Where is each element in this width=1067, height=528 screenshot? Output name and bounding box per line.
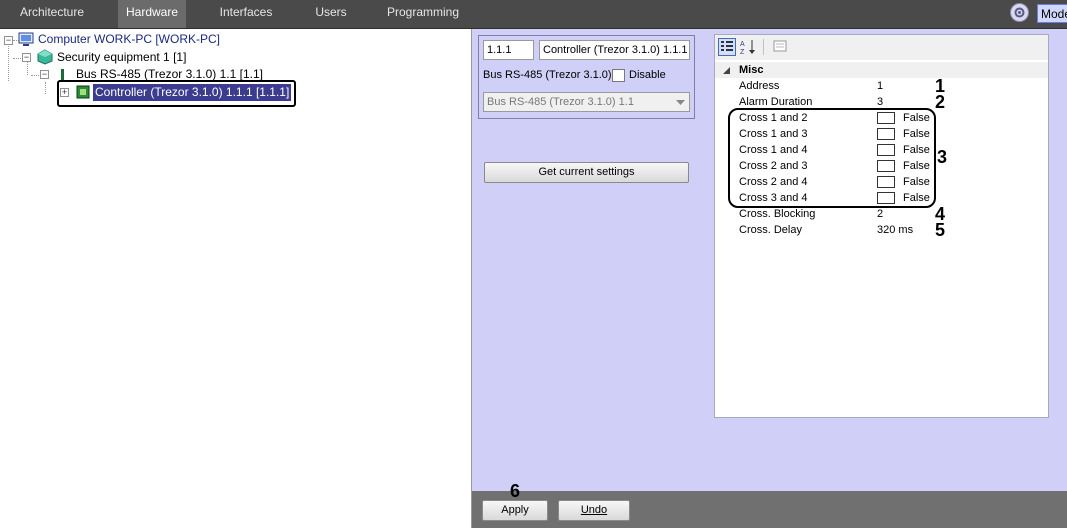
tab-interfaces[interactable]: Interfaces <box>210 0 282 28</box>
callout-5: 5 <box>935 220 946 240</box>
chevron-down-icon <box>676 100 685 105</box>
tab-users[interactable]: Users <box>307 0 355 28</box>
callout-3: 3 <box>937 147 948 167</box>
tab-hardware[interactable]: Hardware <box>118 0 186 28</box>
highlight-frame-cross-options <box>728 108 936 208</box>
property-value: 1 <box>877 80 884 92</box>
hardware-tree: − Computer WORK-PC [WORK-PC] − Security … <box>0 29 471 528</box>
expand-toggle-security[interactable]: − <box>22 53 31 62</box>
computer-icon <box>18 32 34 46</box>
bus-select[interactable]: Bus RS-485 (Trezor 3.1.0) 1.1 <box>483 92 690 112</box>
collapse-triangle-icon <box>723 67 730 74</box>
property-row-cross-delay[interactable]: Cross. Delay 320 ms <box>715 222 1048 238</box>
property-row-address[interactable]: Address 1 <box>715 78 1048 94</box>
mode-button[interactable]: Mode <box>1037 4 1067 23</box>
get-current-settings-button[interactable]: Get current settings <box>484 162 689 183</box>
expand-toggle-computer[interactable]: − <box>4 36 13 45</box>
disable-checkbox[interactable] <box>612 69 625 82</box>
object-name-field[interactable]: Controller (Trezor 3.1.0) 1.1.1 <box>539 40 690 60</box>
highlight-frame-controller <box>57 80 296 107</box>
tree-item-bus[interactable]: Bus RS-485 (Trezor 3.1.0) 1.1 [1.1] <box>76 67 263 81</box>
callout-2: 2 <box>935 92 946 112</box>
property-value: 320 ms <box>877 224 914 236</box>
tree-item-security-equipment[interactable]: Security equipment 1 [1] <box>57 50 186 64</box>
property-name: Cross. Delay <box>739 224 802 236</box>
parent-bus-label: Bus RS-485 (Trezor 3.1.0) <box>483 69 612 81</box>
main-tab-bar: Architecture Hardware Interfaces Users P… <box>0 0 1067 29</box>
svg-text:A: A <box>740 41 745 48</box>
property-name: Cross. Blocking <box>739 208 816 220</box>
object-id-field[interactable]: 1.1.1 <box>483 40 534 60</box>
object-identity-box: 1.1.1 Controller (Trezor 3.1.0) 1.1.1 Bu… <box>478 35 695 119</box>
security-equipment-icon <box>37 49 53 65</box>
callout-6: 6 <box>510 481 521 501</box>
property-pages-icon[interactable] <box>771 38 789 56</box>
tab-architecture[interactable]: Architecture <box>10 0 94 28</box>
property-name: Address <box>739 80 780 92</box>
property-grid-toolbar: AZ <box>715 35 1048 60</box>
disable-label: Disable <box>629 69 666 81</box>
category-row-misc[interactable]: Misc <box>715 62 1048 78</box>
property-value: 2 <box>877 208 884 220</box>
gear-icon[interactable] <box>1010 3 1029 22</box>
bus-select-value: Bus RS-485 (Trezor 3.1.0) 1.1 <box>487 96 634 108</box>
expand-toggle-bus[interactable]: − <box>40 70 49 79</box>
svg-text:Z: Z <box>740 49 745 56</box>
category-label: Misc <box>739 64 764 76</box>
apply-button[interactable]: Apply <box>482 500 548 521</box>
tab-programming[interactable]: Programming <box>384 0 462 28</box>
categorized-view-icon[interactable] <box>718 38 736 56</box>
sort-alphabetical-icon[interactable]: AZ <box>739 38 757 56</box>
tree-item-computer[interactable]: Computer WORK-PC [WORK-PC] <box>38 32 220 46</box>
undo-button[interactable]: Undo <box>558 500 630 521</box>
property-row-cross-blocking[interactable]: Cross. Blocking 2 <box>715 206 1048 222</box>
